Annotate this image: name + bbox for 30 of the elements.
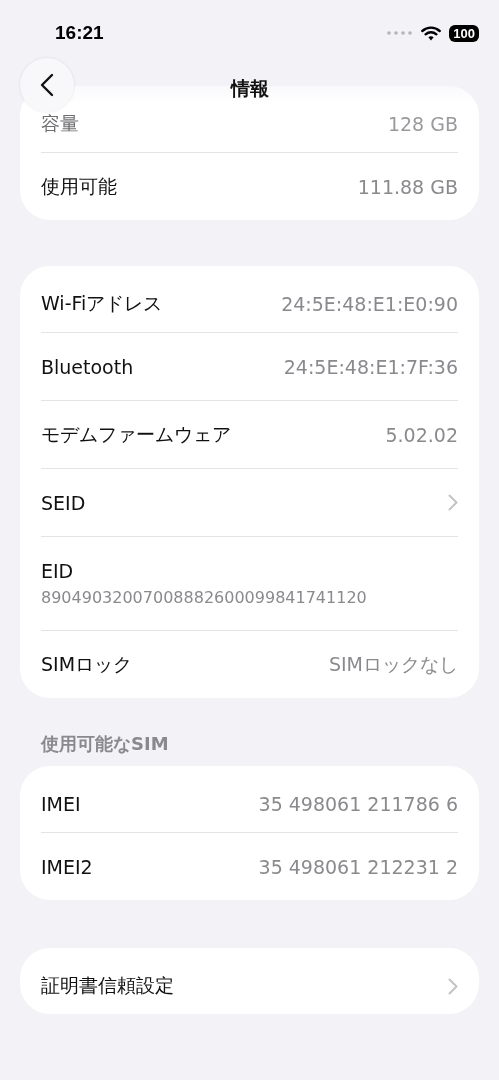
wifi-icon [421, 25, 442, 41]
row-label: 使用可能 [41, 173, 117, 199]
row-label: SIMロック [41, 651, 133, 677]
row-value: 35 498061 211786 6 [258, 793, 458, 815]
status-time: 16:21 [55, 22, 104, 44]
row-value: SIMロックなし [328, 651, 458, 677]
back-icon [40, 73, 54, 97]
row-label: 容量 [41, 111, 79, 136]
row-value: 24:5E:48:E1:E0:90 [281, 293, 458, 315]
row-label: IMEI [41, 793, 81, 815]
signal-dots-icon [387, 31, 414, 35]
row-value: 35 498061 212231 2 [258, 855, 458, 878]
row-label: モデムファームウェア [41, 421, 231, 447]
chevron-icon [448, 977, 458, 995]
row-value: 24:5E:48:E1:7F:36 [283, 355, 458, 378]
row-label: 証明書信頼設定 [41, 973, 174, 998]
row-label: Bluetooth [41, 355, 134, 378]
back-button[interactable] [20, 58, 74, 112]
row-value: 111.88 GB [357, 175, 458, 198]
row-label: EID [41, 560, 75, 582]
row-label: SEID [41, 491, 86, 514]
battery-level: 100 [449, 24, 479, 42]
row-value: 89049032007008882600099841741120 [41, 588, 368, 607]
section-header: 使用可能なSIM [41, 732, 170, 756]
row-value: 5.02.02 [385, 423, 458, 446]
row-label: IMEI2 [41, 855, 93, 878]
page-title: 情報 [230, 76, 269, 101]
chevron-icon [448, 494, 458, 511]
row-value: 128 GB [387, 113, 458, 135]
row-label: Wi-Fiアドレス [41, 291, 163, 316]
